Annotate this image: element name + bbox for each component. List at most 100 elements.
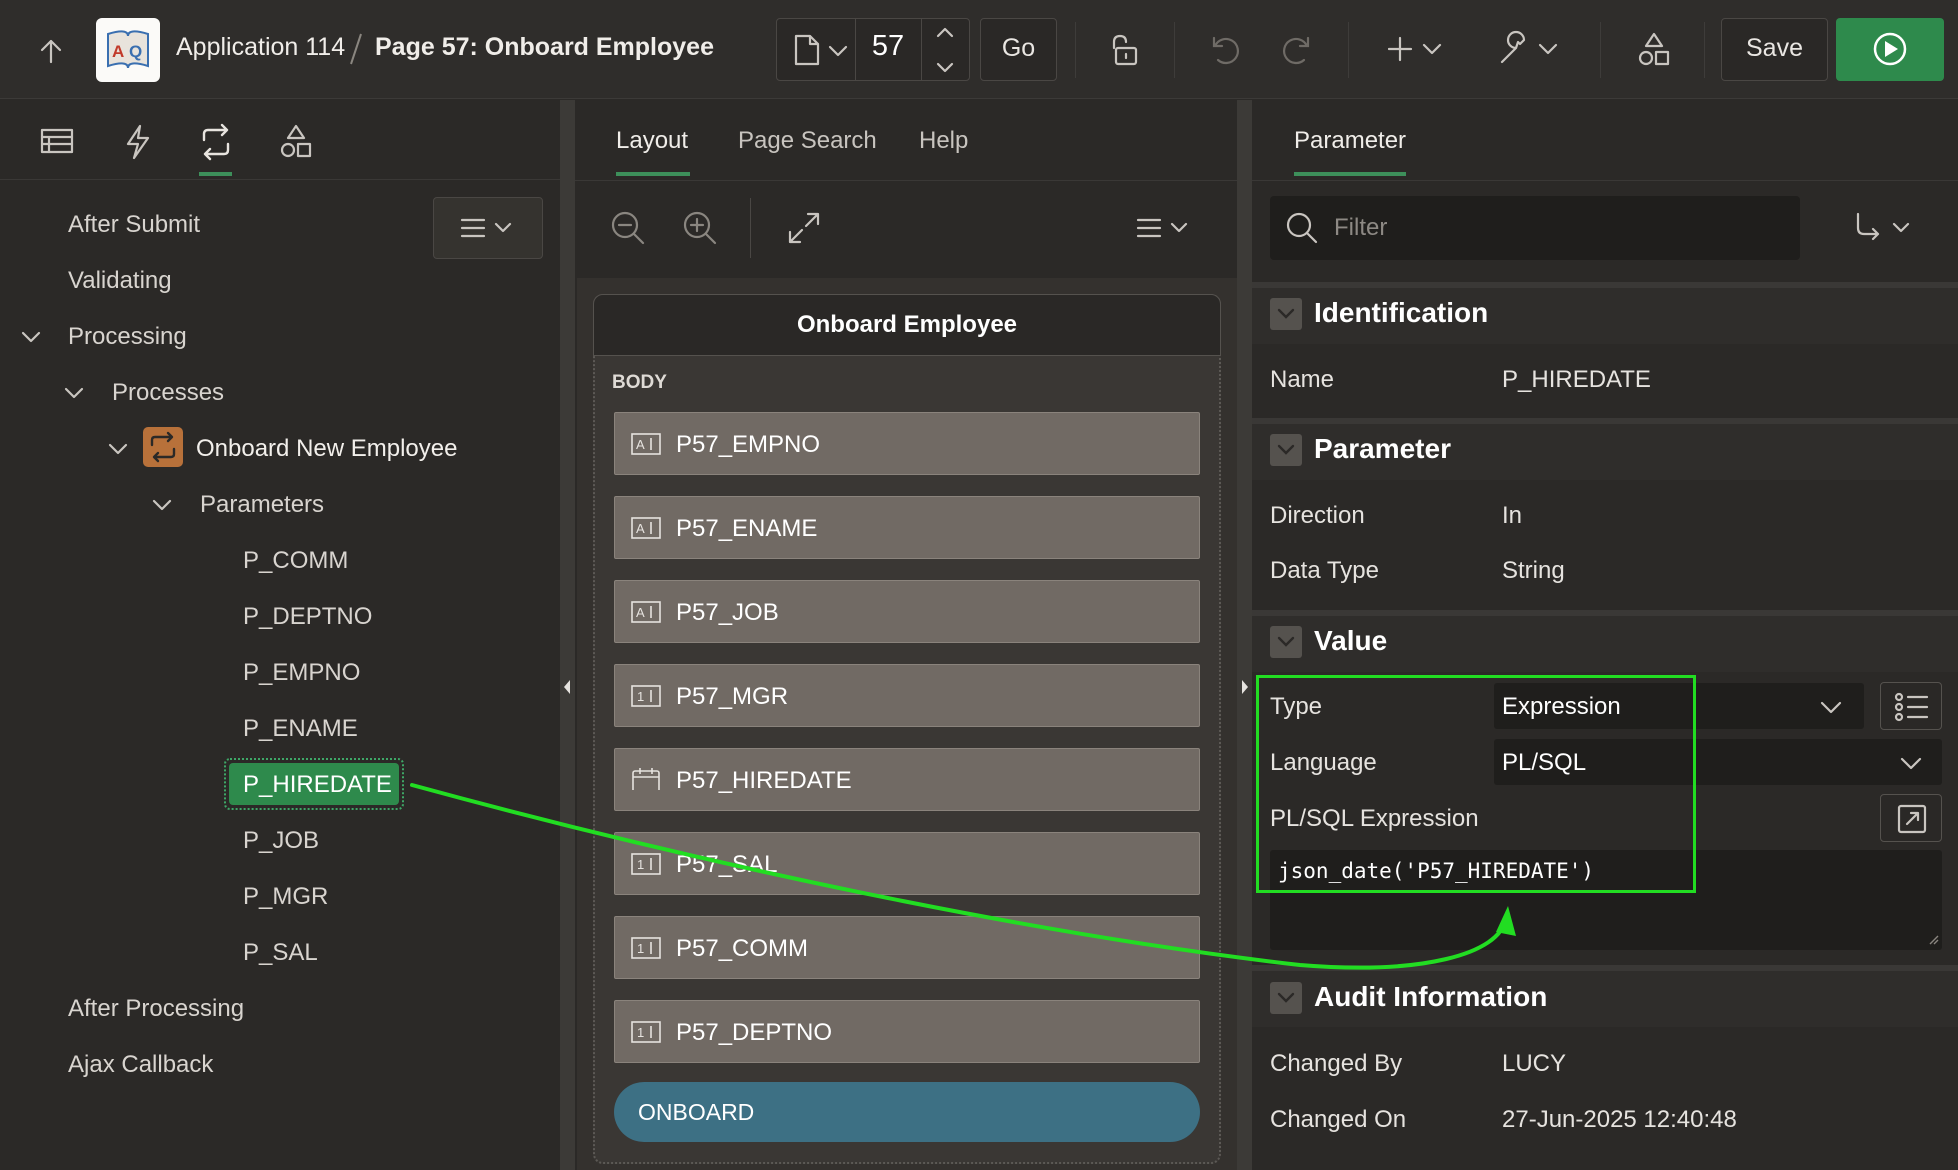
onboard-button-label: ONBOARD bbox=[638, 1099, 755, 1125]
svg-text:1: 1 bbox=[637, 857, 644, 872]
redo-icon[interactable] bbox=[1278, 30, 1316, 68]
plus-icon[interactable] bbox=[1388, 34, 1448, 64]
active-tab-indicator bbox=[199, 172, 232, 176]
tree-param[interactable]: P_MGR bbox=[243, 883, 328, 911]
group-title: Identification bbox=[1314, 297, 1489, 328]
expand-icon[interactable] bbox=[786, 210, 822, 246]
tab-help[interactable]: Help bbox=[919, 127, 968, 155]
chevron-down-icon[interactable] bbox=[1270, 626, 1302, 658]
svg-text:1: 1 bbox=[637, 689, 644, 704]
tree-node-validating[interactable]: Validating bbox=[68, 267, 172, 295]
wrench-icon[interactable] bbox=[1496, 30, 1562, 68]
tree-param[interactable]: P_COMM bbox=[243, 547, 348, 575]
go-button-label: Go bbox=[1001, 34, 1036, 62]
tree-param[interactable]: P_ENAME bbox=[243, 715, 358, 743]
svg-text:A: A bbox=[636, 521, 645, 536]
chevron-down-icon[interactable] bbox=[1270, 434, 1302, 466]
breadcrumb-separator-icon bbox=[350, 33, 362, 65]
search-icon bbox=[1286, 212, 1318, 244]
tab-page-search[interactable]: Page Search bbox=[738, 127, 877, 155]
tree-param[interactable]: P_EMPNO bbox=[243, 659, 360, 687]
open-code-editor-button[interactable] bbox=[1880, 794, 1942, 842]
date-picker-icon bbox=[632, 768, 660, 790]
chevron-down-icon[interactable] bbox=[1270, 298, 1302, 330]
tree-node-process[interactable]: Onboard New Employee bbox=[196, 435, 457, 463]
page-item-label: P57_COMM bbox=[676, 935, 809, 962]
tree-node-processes[interactable]: Processes bbox=[112, 379, 224, 407]
app-logo-icon[interactable]: A Q bbox=[96, 18, 160, 82]
page-item-label: P57_MGR bbox=[676, 683, 789, 710]
tree-node-processing[interactable]: Processing bbox=[68, 323, 187, 351]
active-tab-indicator bbox=[1294, 172, 1406, 176]
prop-label-name: Name bbox=[1270, 366, 1335, 393]
tab-parameter[interactable]: Parameter bbox=[1294, 127, 1406, 155]
tree-node-parameters[interactable]: Parameters bbox=[200, 491, 324, 519]
zoom-out-icon[interactable] bbox=[608, 208, 648, 248]
chevron-down-icon[interactable] bbox=[1270, 982, 1302, 1014]
page-stepper[interactable] bbox=[932, 24, 958, 76]
rendering-tab-icon[interactable] bbox=[38, 122, 78, 162]
chevron-down-icon bbox=[1900, 757, 1922, 770]
svg-text:A: A bbox=[636, 437, 645, 452]
run-button[interactable] bbox=[1836, 18, 1944, 81]
page-item-label: P57_EMPNO bbox=[676, 431, 821, 458]
tree-menu-button[interactable] bbox=[433, 197, 543, 259]
chevron-down-icon[interactable] bbox=[151, 494, 173, 516]
page-number-input[interactable]: 57 bbox=[858, 30, 918, 63]
prop-value-direction: In bbox=[1502, 502, 1523, 529]
chevron-down-icon[interactable] bbox=[107, 438, 129, 460]
text-field-icon: A bbox=[631, 601, 661, 623]
dynamic-actions-tab-icon[interactable] bbox=[118, 122, 158, 162]
page-item-label: P57_JOB bbox=[676, 599, 779, 626]
prop-value-data-type: String bbox=[1502, 557, 1565, 584]
text-field-icon: A bbox=[631, 433, 661, 455]
tab-layout[interactable]: Layout bbox=[616, 127, 688, 155]
number-field-icon: 1 bbox=[631, 1021, 661, 1043]
filter-input[interactable] bbox=[1334, 210, 1774, 246]
list-of-values-button[interactable] bbox=[1880, 682, 1942, 730]
number-field-icon: 1 bbox=[631, 937, 661, 959]
right-splitter[interactable] bbox=[1237, 100, 1252, 1170]
resize-handle-icon[interactable] bbox=[1928, 934, 1940, 946]
chevron-down-icon[interactable] bbox=[20, 326, 42, 348]
tree-param[interactable]: P_JOB bbox=[243, 827, 319, 855]
tree-param[interactable]: P_DEPTNO bbox=[243, 603, 372, 631]
prop-value-changed-by: LUCY bbox=[1502, 1050, 1567, 1077]
svg-text:1: 1 bbox=[637, 941, 644, 956]
group-title: Value bbox=[1314, 625, 1388, 656]
layout-menu-icon[interactable] bbox=[1134, 212, 1194, 244]
go-to-group-icon[interactable] bbox=[1852, 210, 1912, 246]
page-title: Page 57: Onboard Employee bbox=[375, 33, 714, 61]
prop-label-changed-on: Changed On bbox=[1270, 1106, 1407, 1133]
tree-node-ajax-callback[interactable]: Ajax Callback bbox=[68, 1051, 213, 1079]
app-title[interactable]: Application 114 bbox=[176, 33, 345, 62]
prop-value-name[interactable]: P_HIREDATE bbox=[1502, 366, 1651, 394]
left-splitter[interactable] bbox=[560, 100, 575, 1170]
prop-value-changed-on: 27-Jun-2025 12:40:48 bbox=[1502, 1106, 1737, 1133]
text-field-icon: A bbox=[631, 517, 661, 539]
zoom-in-icon[interactable] bbox=[680, 208, 720, 248]
chevron-down-icon[interactable] bbox=[63, 382, 85, 404]
list-icon bbox=[1894, 692, 1929, 722]
tree-param-selected-label: P_HIREDATE bbox=[243, 771, 392, 798]
run-icon bbox=[1873, 32, 1907, 66]
body-slot-label: BODY bbox=[612, 372, 667, 393]
tree-param[interactable]: P_SAL bbox=[243, 939, 318, 967]
number-field-icon: 1 bbox=[631, 853, 661, 875]
shared-components-icon[interactable] bbox=[1634, 30, 1674, 70]
save-button-label: Save bbox=[1746, 34, 1803, 62]
expand-editor-icon bbox=[1897, 804, 1927, 834]
tree-node-after-submit[interactable]: After Submit bbox=[68, 211, 200, 239]
tree-node-after-processing[interactable]: After Processing bbox=[68, 995, 244, 1023]
region-title: Onboard Employee bbox=[796, 311, 1018, 338]
lock-icon[interactable] bbox=[1106, 32, 1140, 68]
page-icon[interactable] bbox=[790, 32, 856, 68]
number-field-icon: 1 bbox=[631, 685, 661, 707]
processing-tab-icon[interactable] bbox=[196, 122, 236, 162]
svg-text:1: 1 bbox=[637, 1025, 644, 1040]
chevron-down-icon bbox=[1820, 701, 1842, 714]
up-arrow-icon[interactable] bbox=[36, 36, 66, 66]
shared-components-tab-icon[interactable] bbox=[276, 122, 316, 162]
undo-icon[interactable] bbox=[1206, 30, 1244, 68]
svg-text:A: A bbox=[112, 42, 124, 61]
